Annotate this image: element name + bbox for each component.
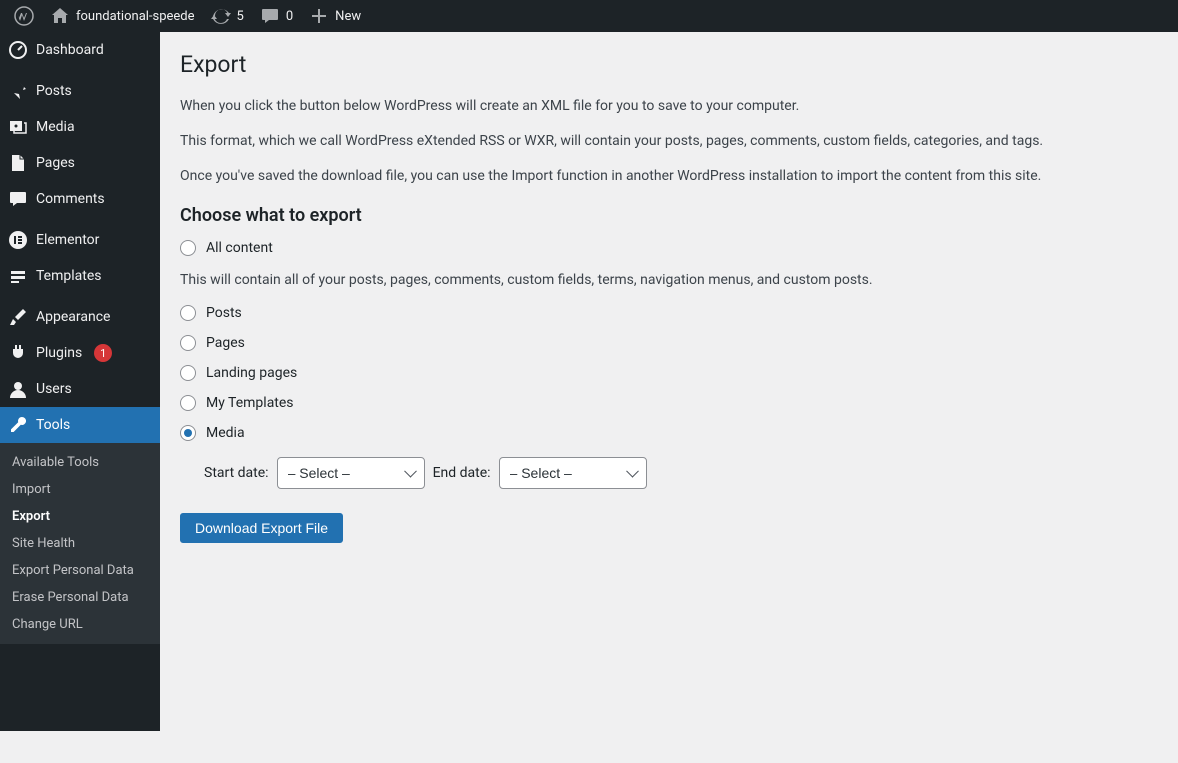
comments-count: 0 (286, 9, 293, 24)
submenu-export-personal-data[interactable]: Export Personal Data (0, 557, 160, 584)
plug-icon (8, 343, 28, 363)
new-content-link[interactable]: New (301, 0, 369, 32)
admin-sidebar: Dashboard Posts Media Pages Comments Ele… (0, 32, 160, 731)
site-name-text: foundational-speede (76, 9, 195, 24)
user-icon (8, 379, 28, 399)
main-content: Export When you click the button below W… (160, 32, 1178, 583)
sidebar-item-label: Appearance (36, 309, 110, 325)
radio-label-all-content[interactable]: All content (206, 240, 273, 256)
sidebar-item-tools[interactable]: Tools (0, 407, 160, 443)
admin-toolbar: foundational-speede 5 0 New (0, 0, 1178, 32)
sidebar-item-pages[interactable]: Pages (0, 145, 160, 181)
radio-label-pages[interactable]: Pages (206, 335, 245, 351)
radio-row-all-content: All content (180, 240, 1158, 256)
intro-paragraph-1: When you click the button below WordPres… (180, 96, 1158, 117)
submenu-change-url[interactable]: Change URL (0, 611, 160, 638)
sidebar-item-label: Comments (36, 191, 105, 207)
radio-landing-pages[interactable] (180, 365, 196, 381)
sidebar-item-appearance[interactable]: Appearance (0, 299, 160, 335)
sidebar-item-dashboard[interactable]: Dashboard (0, 32, 160, 68)
radio-row-posts: Posts (180, 305, 1158, 321)
all-content-help: This will contain all of your posts, pag… (180, 270, 1158, 291)
radio-posts[interactable] (180, 305, 196, 321)
radio-row-landing-pages: Landing pages (180, 365, 1158, 381)
end-date-select[interactable]: – Select – (499, 457, 647, 489)
sidebar-item-media[interactable]: Media (0, 109, 160, 145)
section-heading: Choose what to export (180, 205, 1158, 226)
radio-row-my-templates: My Templates (180, 395, 1158, 411)
submenu-site-health[interactable]: Site Health (0, 530, 160, 557)
end-date-label: End date: (433, 465, 491, 481)
sidebar-item-elementor[interactable]: Elementor (0, 222, 160, 258)
media-date-range: Start date: – Select – End date: – Selec… (204, 457, 1158, 489)
download-export-button[interactable]: Download Export File (180, 513, 343, 543)
sidebar-item-label: Media (36, 119, 75, 135)
sidebar-item-label: Users (36, 381, 72, 397)
comment-icon (8, 189, 28, 209)
intro-paragraph-3: Once you've saved the download file, you… (180, 166, 1158, 187)
radio-row-pages: Pages (180, 335, 1158, 351)
page-icon (8, 153, 28, 173)
sidebar-item-label: Tools (36, 417, 70, 433)
submenu-import[interactable]: Import (0, 476, 160, 503)
sidebar-item-label: Elementor (36, 232, 99, 248)
site-name-link[interactable]: foundational-speede (42, 0, 203, 32)
sidebar-item-templates[interactable]: Templates (0, 258, 160, 294)
updates-link[interactable]: 5 (203, 0, 252, 32)
submenu-export[interactable]: Export (0, 503, 160, 530)
radio-label-posts[interactable]: Posts (206, 305, 242, 321)
wordpress-icon (14, 6, 34, 26)
radio-label-my-templates[interactable]: My Templates (206, 395, 294, 411)
sidebar-item-label: Pages (36, 155, 75, 171)
page-title: Export (180, 42, 1158, 82)
sidebar-item-label: Templates (36, 268, 102, 284)
radio-row-media: Media (180, 425, 1158, 441)
sidebar-item-posts[interactable]: Posts (0, 73, 160, 109)
media-icon (8, 117, 28, 137)
new-label: New (335, 9, 361, 24)
wrench-icon (8, 415, 28, 435)
start-date-select[interactable]: – Select – (277, 457, 425, 489)
templates-icon (8, 266, 28, 286)
intro-paragraph-2: This format, which we call WordPress eXt… (180, 131, 1158, 152)
radio-all-content[interactable] (180, 240, 196, 256)
plus-icon (309, 6, 329, 26)
plugins-update-badge: 1 (94, 344, 112, 362)
update-icon (211, 6, 231, 26)
home-icon (50, 6, 70, 26)
wp-logo[interactable] (6, 0, 42, 32)
radio-pages[interactable] (180, 335, 196, 351)
tools-submenu: Available Tools Import Export Site Healt… (0, 443, 160, 644)
brush-icon (8, 307, 28, 327)
submenu-erase-personal-data[interactable]: Erase Personal Data (0, 584, 160, 611)
comments-link[interactable]: 0 (252, 0, 301, 32)
sidebar-item-users[interactable]: Users (0, 371, 160, 407)
dashboard-icon (8, 40, 28, 60)
sidebar-item-comments[interactable]: Comments (0, 181, 160, 217)
sidebar-item-label: Plugins (36, 345, 82, 361)
updates-count: 5 (237, 9, 244, 24)
submenu-available-tools[interactable]: Available Tools (0, 449, 160, 476)
comment-icon (260, 6, 280, 26)
radio-label-landing-pages[interactable]: Landing pages (206, 365, 297, 381)
pin-icon (8, 81, 28, 101)
radio-label-media[interactable]: Media (206, 425, 245, 441)
sidebar-item-label: Dashboard (36, 42, 104, 58)
start-date-label: Start date: (204, 465, 269, 481)
radio-my-templates[interactable] (180, 395, 196, 411)
sidebar-item-plugins[interactable]: Plugins 1 (0, 335, 160, 371)
sidebar-item-label: Posts (36, 83, 72, 99)
radio-media[interactable] (180, 425, 196, 441)
elementor-icon (8, 230, 28, 250)
